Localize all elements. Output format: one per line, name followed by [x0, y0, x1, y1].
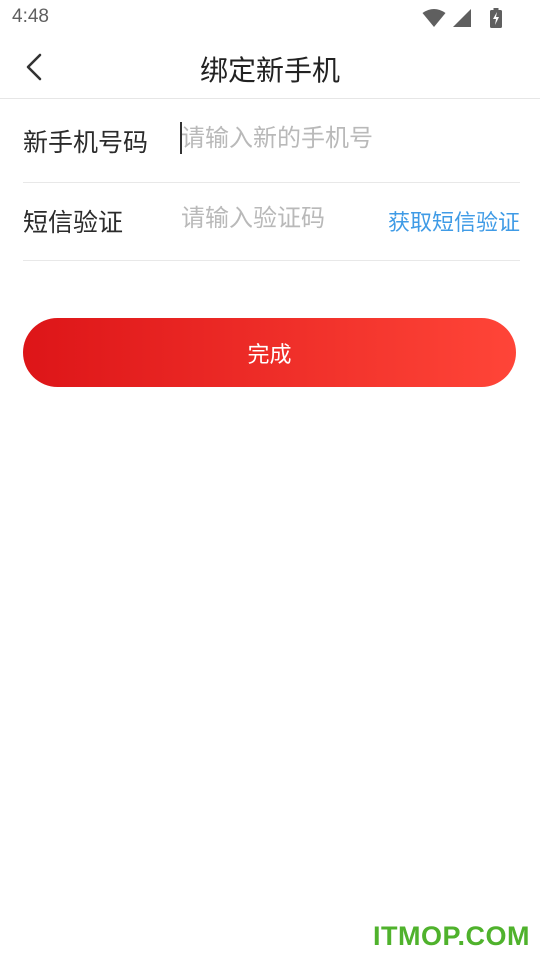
phone-row: 新手机号码 [23, 99, 520, 183]
battery-charging-icon [490, 8, 502, 28]
cell-signal-icon [453, 9, 471, 27]
watermark-logo: ITMOP.COM [372, 921, 530, 951]
bind-phone-screen: 4:48 绑定新手机 新手机号码 短信验证 [0, 0, 540, 960]
get-code-button[interactable]: 获取短信验证 [388, 205, 520, 237]
submit-button[interactable]: 完成 [23, 318, 516, 387]
phone-input[interactable] [181, 121, 501, 155]
code-input[interactable] [181, 201, 381, 235]
wifi-icon [422, 9, 446, 27]
page-title: 绑定新手机 [199, 54, 340, 87]
code-label: 短信验证 [23, 208, 124, 237]
header: 绑定新手机 [0, 36, 540, 99]
code-row: 短信验证 获取短信验证 [23, 183, 520, 261]
phone-label: 新手机号码 [23, 128, 149, 157]
status-time: 4:48 [12, 6, 49, 27]
status-bar: 4:48 [0, 0, 540, 36]
